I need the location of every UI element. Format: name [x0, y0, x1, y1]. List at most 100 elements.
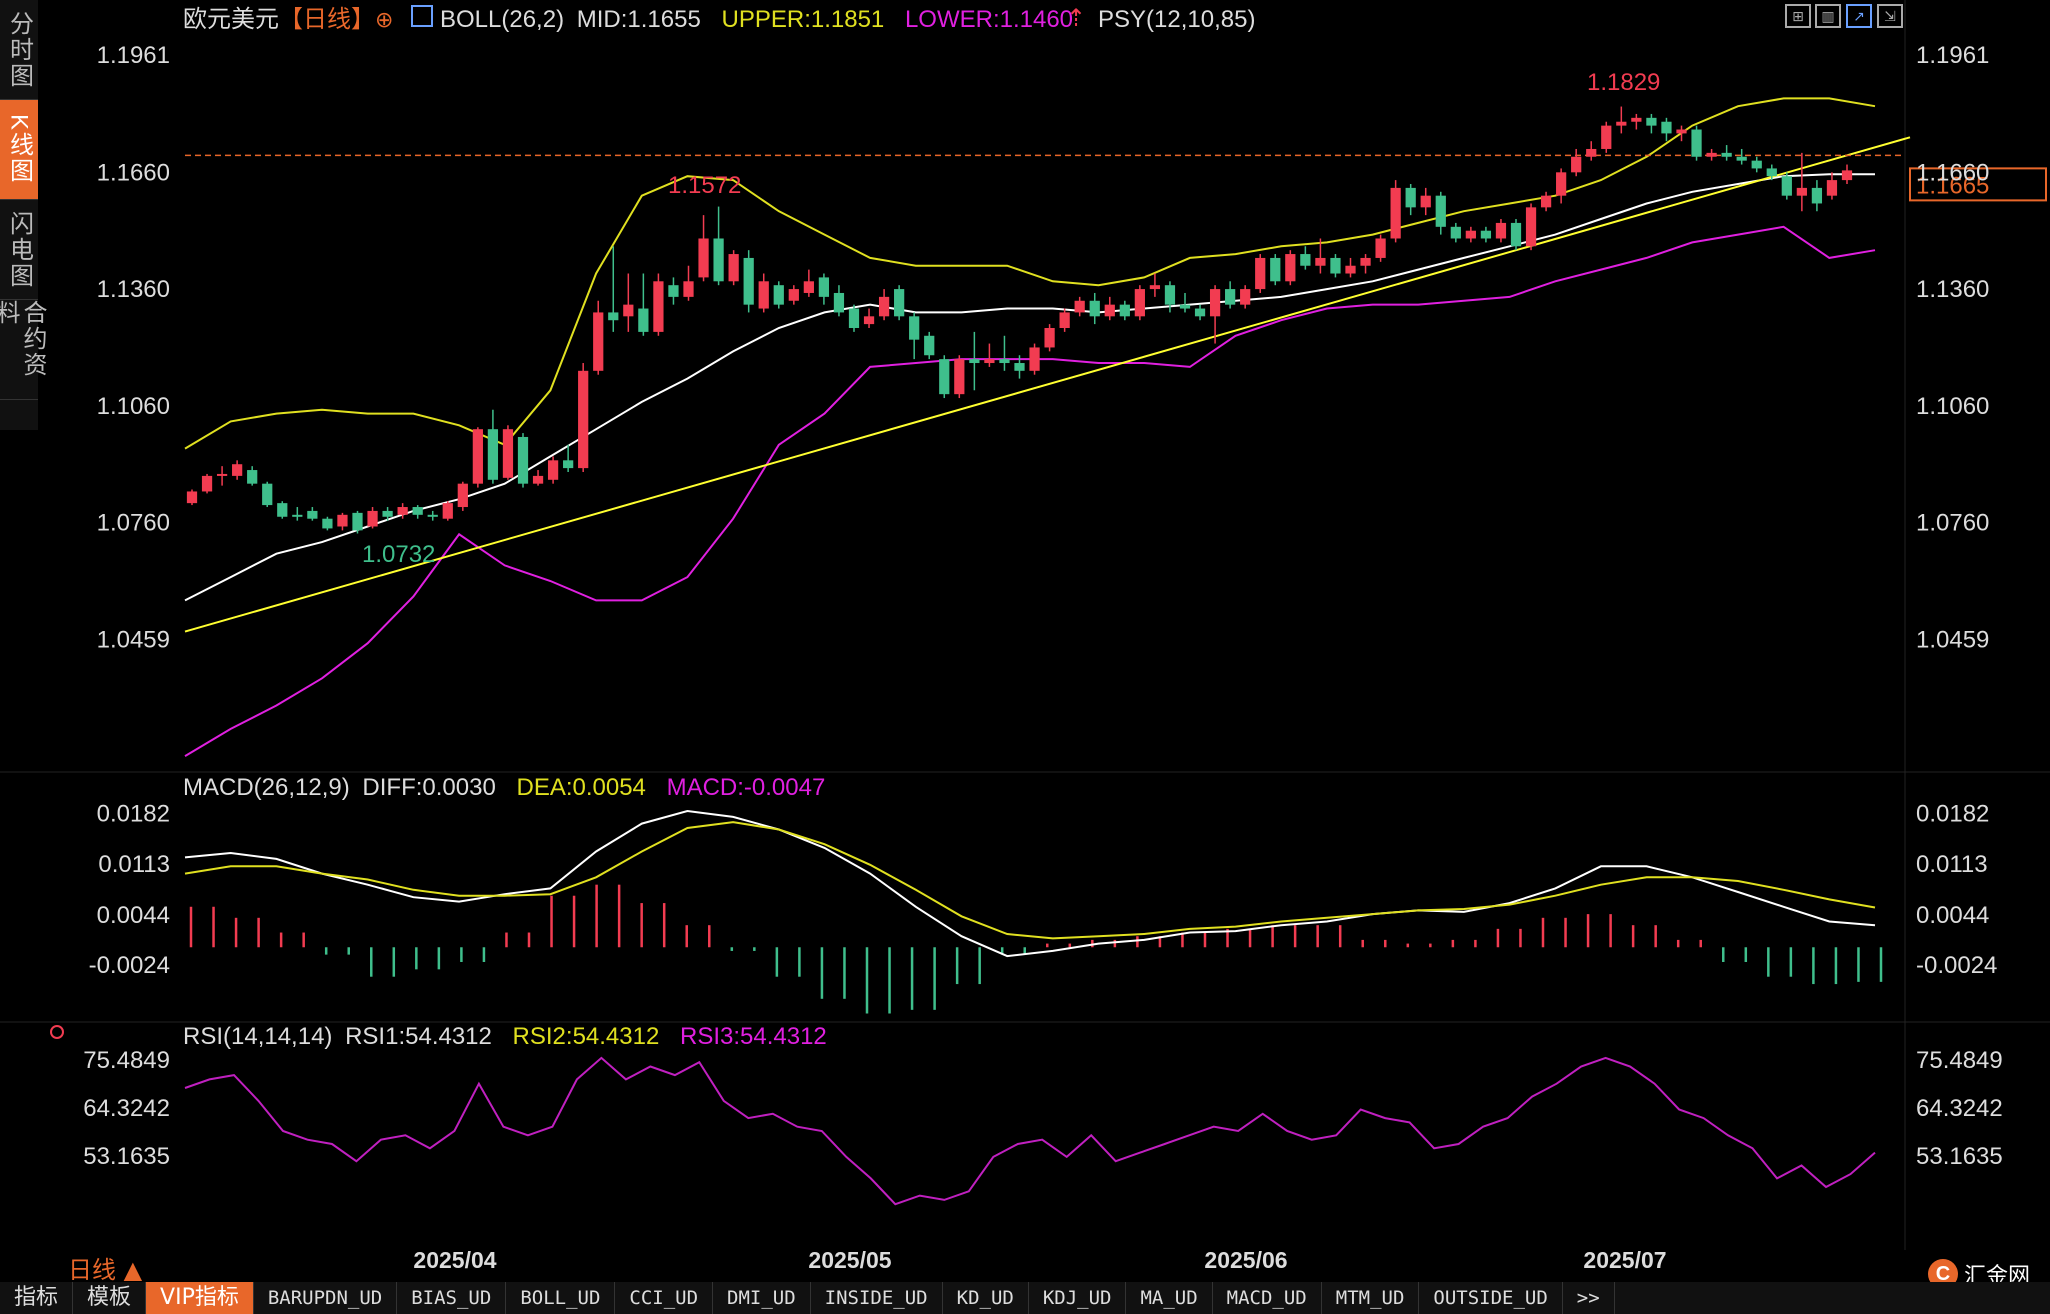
candle-body-79 — [1375, 238, 1386, 258]
candle-body-13 — [382, 510, 393, 517]
candle-body-11 — [352, 512, 363, 531]
main-ytick-right-1: 1.1660 — [1916, 159, 1989, 186]
sidebar-tab-3[interactable]: 合约资料 — [0, 300, 46, 400]
candle-body-32 — [668, 285, 679, 297]
candle-body-68 — [1209, 289, 1221, 317]
candle-body-38 — [758, 281, 769, 309]
bottom-tab-11[interactable]: MA_UD — [1126, 1282, 1213, 1314]
rsi1: RSI1:54.4312 — [345, 1023, 492, 1050]
candle-body-36 — [728, 254, 739, 282]
candle-body-94 — [1601, 125, 1612, 149]
annotation-low-1: 1.0732 — [362, 541, 435, 568]
candle-body-88 — [1510, 222, 1522, 247]
bottom-tab-14[interactable]: OUTSIDE_UD — [1419, 1282, 1563, 1314]
candle-body-57 — [1044, 328, 1055, 348]
xtick-0: 2025/04 — [413, 1247, 496, 1273]
sidebar-tab-0[interactable]: 分时图 — [0, 0, 38, 100]
sidebar-tab-2[interactable]: 闪电图 — [0, 200, 38, 300]
candle-body-58 — [1059, 312, 1070, 328]
candle-body-33 — [683, 281, 694, 297]
xtick-2: 2025/06 — [1204, 1247, 1287, 1273]
main-ytick-left-1: 1.1660 — [97, 159, 170, 186]
candle-body-40 — [788, 289, 799, 301]
bottom-tab-3[interactable]: BARUPDN_UD — [254, 1282, 398, 1314]
svg-text:BOLL(26,2) MID:1.1655: BOLL(26,2) MID:1.1655 UPPER:1.1851 LOWER… — [440, 6, 1073, 33]
candle-body-22 — [517, 436, 529, 484]
candle-body-17 — [442, 503, 453, 519]
candle-body-74 — [1300, 254, 1311, 266]
candle-body-80 — [1390, 187, 1401, 239]
period-selector[interactable]: 日线 ▲ — [68, 1250, 142, 1285]
candle-body-60 — [1089, 300, 1100, 317]
candle-body-49 — [924, 335, 935, 356]
candle-body-56 — [1029, 347, 1040, 371]
svg-text:欧元美元【日线】: 欧元美元【日线】 — [183, 5, 375, 33]
bottom-tab-1[interactable]: 模板 — [73, 1282, 147, 1314]
candle-body-0 — [186, 491, 198, 504]
bottom-tab-10[interactable]: KDJ_UD — [1029, 1282, 1127, 1314]
candle-body-62 — [1119, 304, 1130, 317]
bottom-tab-2[interactable]: VIP指标 — [146, 1282, 254, 1314]
candle-body-41 — [803, 281, 814, 293]
rsi-ytick-left-0: 75.4849 — [83, 1047, 170, 1074]
boll-upper: UPPER:1.1851 — [722, 6, 885, 33]
candle-body-72 — [1270, 257, 1281, 282]
candle-body-71 — [1255, 257, 1266, 290]
sidebar-tab-1[interactable]: K线图 — [0, 100, 38, 200]
indicator-tabs-bar: 指标 模板 VIP指标 BARUPDN_UD BIAS_UD BOLL_UD CCI_UD D… — [0, 1282, 2050, 1314]
bottom-tab-8[interactable]: INSIDE_UD — [811, 1282, 943, 1314]
candle-body-51 — [954, 359, 965, 395]
candle-body-73 — [1285, 254, 1296, 282]
bottom-tab-12[interactable]: MACD_UD — [1213, 1282, 1322, 1314]
candle-body-9 — [322, 518, 333, 529]
macd-label: MACD(26,12,9) — [183, 774, 350, 801]
macd-ytick-right-3: -0.0024 — [1916, 952, 1997, 979]
bottom-tab-7[interactable]: DMI_UD — [713, 1282, 811, 1314]
candle-body-42 — [818, 277, 830, 297]
rsi-ytick-right-1: 64.3242 — [1916, 1095, 2003, 1122]
symbol-label: 欧元美元 — [183, 5, 279, 33]
candle-body-96 — [1631, 117, 1642, 122]
crosshair-icon[interactable]: ⊕ — [375, 7, 393, 32]
candle-body-6 — [277, 503, 288, 517]
bar-chart-icon[interactable]: ▥ — [1815, 4, 1841, 28]
bottom-tab-0[interactable]: 指标 — [0, 1282, 74, 1314]
bottom-tab-5[interactable]: BOLL_UD — [506, 1282, 616, 1314]
draw-line-icon[interactable]: ↗ — [1846, 4, 1872, 28]
candle-body-89 — [1525, 207, 1537, 247]
candle-body-105 — [1766, 168, 1777, 177]
candle-body-99 — [1676, 129, 1687, 134]
settings-icon[interactable] — [50, 1025, 64, 1039]
main-ytick-left-2: 1.1360 — [97, 276, 170, 303]
candle-body-4 — [247, 470, 258, 484]
candle-body-85 — [1465, 230, 1476, 239]
candle-body-8 — [307, 510, 318, 519]
candle-body-50 — [939, 359, 950, 395]
candle-body-48 — [909, 316, 920, 340]
candle-body-35 — [713, 238, 724, 282]
main-ytick-right-0: 1.1961 — [1916, 42, 1989, 69]
candle-body-101 — [1706, 152, 1717, 157]
layout-icon[interactable]: ⊞ — [1785, 4, 1811, 28]
candle-body-31 — [653, 281, 664, 332]
candle-body-7 — [292, 514, 303, 517]
candle-body-30 — [638, 308, 649, 332]
bottom-tab-6[interactable]: CCI_UD — [615, 1282, 714, 1314]
main-ytick-right-2: 1.1360 — [1916, 276, 1989, 303]
macd-dea-line — [184, 821, 1876, 940]
candle-body-59 — [1074, 300, 1085, 313]
main-ytick-left-0: 1.1961 — [97, 42, 170, 69]
rsi-line — [184, 1056, 1876, 1206]
indicator-icon[interactable] — [411, 5, 433, 27]
candle-body-16 — [427, 514, 438, 517]
bottom-tab-13[interactable]: MTM_UD — [1322, 1282, 1420, 1314]
candle-body-65 — [1164, 285, 1176, 305]
expand-icon[interactable]: ⇲ — [1877, 4, 1903, 28]
candle-body-75 — [1315, 257, 1326, 266]
bottom-tab-9[interactable]: KD_UD — [943, 1282, 1029, 1314]
bottom-tab-15[interactable]: >> — [1563, 1282, 1615, 1314]
macd-ytick-left-3: -0.0024 — [89, 952, 170, 979]
trendline — [184, 136, 1911, 633]
bottom-tab-4[interactable]: BIAS_UD — [397, 1282, 507, 1314]
candle-body-44 — [848, 308, 860, 328]
